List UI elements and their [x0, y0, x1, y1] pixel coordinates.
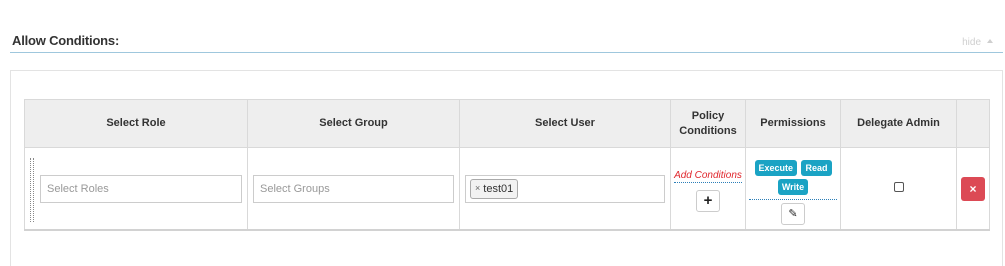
- cell-permissions: Execute Read Write ✎: [745, 147, 841, 231]
- hide-toggle-label: hide: [962, 37, 981, 48]
- allow-conditions-header: Allow Conditions: hide: [10, 0, 1003, 53]
- permission-tag-write: Write: [777, 179, 809, 195]
- hide-toggle[interactable]: hide: [962, 37, 993, 48]
- caret-up-icon: [987, 39, 993, 43]
- header-select-group: Select Group: [247, 99, 460, 148]
- conditions-table: Select Role Select Group Select User Pol…: [24, 99, 990, 231]
- header-select-role: Select Role: [24, 99, 248, 148]
- header-policy-conditions: Policy Conditions: [670, 99, 746, 148]
- header-permissions: Permissions: [745, 99, 841, 148]
- section-title: Allow Conditions:: [12, 33, 120, 48]
- add-conditions-link[interactable]: Add Conditions: [671, 170, 745, 183]
- select-groups-input[interactable]: Select Groups: [253, 175, 454, 203]
- user-tag: × test01: [470, 179, 519, 199]
- delegate-admin-checkbox[interactable]: [893, 182, 904, 192]
- cell-delegate-admin: [840, 147, 957, 231]
- select-users-input[interactable]: × test01: [465, 175, 665, 203]
- edit-permissions-button[interactable]: ✎: [781, 203, 805, 225]
- header-actions: [956, 99, 990, 148]
- pencil-icon: ✎: [788, 208, 798, 220]
- cell-policy-conditions: Add Conditions +: [670, 147, 746, 231]
- close-icon: ×: [969, 182, 977, 196]
- permission-tag-execute: Execute: [754, 160, 798, 176]
- user-tag-label: test01: [483, 183, 514, 195]
- header-delegate-admin: Delegate Admin: [840, 99, 957, 148]
- header-select-user: Select User: [459, 99, 671, 148]
- add-condition-button[interactable]: +: [696, 190, 720, 212]
- header-policy-line1: Policy: [691, 109, 725, 122]
- permissions-list[interactable]: Execute Read Write: [746, 158, 840, 200]
- cell-user: × test01: [459, 147, 671, 231]
- header-policy-line2: Conditions: [679, 124, 737, 137]
- select-roles-input[interactable]: Select Roles: [40, 175, 242, 203]
- cell-role: Select Roles: [24, 147, 248, 231]
- add-conditions-label: Add Conditions: [674, 170, 742, 183]
- table-row: Select Roles Select Groups × test01 Add C…: [24, 147, 990, 231]
- drag-handle[interactable]: [30, 158, 34, 222]
- table-header-row: Select Role Select Group Select User Pol…: [24, 99, 990, 148]
- delete-row-button[interactable]: ×: [961, 177, 985, 201]
- plus-icon: +: [703, 192, 713, 209]
- tag-remove-icon[interactable]: ×: [475, 183, 480, 193]
- permission-tag-read: Read: [801, 160, 832, 176]
- cell-group: Select Groups: [247, 147, 460, 231]
- cell-actions: ×: [956, 147, 990, 231]
